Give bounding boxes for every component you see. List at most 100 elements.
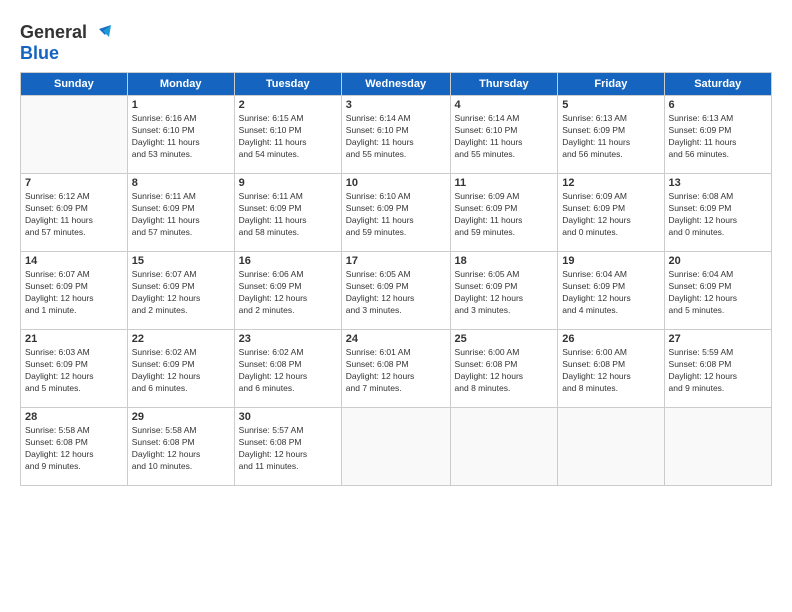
day-info: Sunrise: 6:05 AMSunset: 6:09 PMDaylight:… bbox=[455, 269, 554, 317]
day-info: Sunrise: 6:12 AMSunset: 6:09 PMDaylight:… bbox=[25, 191, 123, 239]
calendar-cell: 27 Sunrise: 5:59 AMSunset: 6:08 PMDayligh… bbox=[664, 330, 771, 408]
day-number: 9 bbox=[239, 177, 337, 189]
day-number: 18 bbox=[455, 255, 554, 267]
day-info: Sunrise: 6:01 AMSunset: 6:08 PMDaylight:… bbox=[346, 347, 446, 395]
calendar-cell: 22 Sunrise: 6:02 AMSunset: 6:09 PMDayligh… bbox=[127, 330, 234, 408]
day-info: Sunrise: 5:59 AMSunset: 6:08 PMDaylight:… bbox=[669, 347, 767, 395]
calendar-cell: 26 Sunrise: 6:00 AMSunset: 6:08 PMDayligh… bbox=[558, 330, 664, 408]
day-number: 25 bbox=[455, 333, 554, 345]
day-info: Sunrise: 6:02 AMSunset: 6:09 PMDaylight:… bbox=[132, 347, 230, 395]
day-info: Sunrise: 6:15 AMSunset: 6:10 PMDaylight:… bbox=[239, 113, 337, 161]
logo-text-general: General bbox=[20, 22, 87, 43]
day-number: 2 bbox=[239, 99, 337, 111]
calendar-cell: 28 Sunrise: 5:58 AMSunset: 6:08 PMDayligh… bbox=[21, 408, 128, 486]
dow-header-sunday: Sunday bbox=[21, 73, 128, 96]
calendar-cell: 25 Sunrise: 6:00 AMSunset: 6:08 PMDayligh… bbox=[450, 330, 558, 408]
day-number: 10 bbox=[346, 177, 446, 189]
day-info: Sunrise: 6:05 AMSunset: 6:09 PMDaylight:… bbox=[346, 269, 446, 317]
day-info: Sunrise: 6:14 AMSunset: 6:10 PMDaylight:… bbox=[455, 113, 554, 161]
day-info: Sunrise: 6:04 AMSunset: 6:09 PMDaylight:… bbox=[562, 269, 659, 317]
day-number: 19 bbox=[562, 255, 659, 267]
day-number: 15 bbox=[132, 255, 230, 267]
calendar-cell: 10 Sunrise: 6:10 AMSunset: 6:09 PMDayligh… bbox=[341, 174, 450, 252]
calendar-cell: 21Sunrise: 6:03 AMSunset: 6:09 PMDayligh… bbox=[21, 330, 128, 408]
day-number: 29 bbox=[132, 411, 230, 423]
day-number: 20 bbox=[669, 255, 767, 267]
day-info: Sunrise: 6:07 AMSunset: 6:09 PMDaylight:… bbox=[132, 269, 230, 317]
day-info: Sunrise: 6:13 AMSunset: 6:09 PMDaylight:… bbox=[669, 113, 767, 161]
day-number: 7 bbox=[25, 177, 123, 189]
day-number: 16 bbox=[239, 255, 337, 267]
calendar-cell: 8 Sunrise: 6:11 AMSunset: 6:09 PMDaylight… bbox=[127, 174, 234, 252]
logo: General Blue bbox=[20, 22, 111, 64]
logo-text-blue: Blue bbox=[20, 43, 59, 64]
logo-bird-icon bbox=[89, 25, 111, 41]
day-number: 6 bbox=[669, 99, 767, 111]
calendar-cell: 29 Sunrise: 5:58 AMSunset: 6:08 PMDayligh… bbox=[127, 408, 234, 486]
calendar-cell: 16Sunrise: 6:06 AMSunset: 6:09 PMDayligh… bbox=[234, 252, 341, 330]
dow-header-tuesday: Tuesday bbox=[234, 73, 341, 96]
day-info: Sunrise: 6:00 AMSunset: 6:08 PMDaylight:… bbox=[562, 347, 659, 395]
day-number: 3 bbox=[346, 99, 446, 111]
calendar-cell: 24 Sunrise: 6:01 AMSunset: 6:08 PMDayligh… bbox=[341, 330, 450, 408]
day-number: 14 bbox=[25, 255, 123, 267]
calendar-cell: 15 Sunrise: 6:07 AMSunset: 6:09 PMDayligh… bbox=[127, 252, 234, 330]
day-number: 13 bbox=[669, 177, 767, 189]
day-info: Sunrise: 6:13 AMSunset: 6:09 PMDaylight:… bbox=[562, 113, 659, 161]
day-info: Sunrise: 6:10 AMSunset: 6:09 PMDaylight:… bbox=[346, 191, 446, 239]
calendar-cell: 11 Sunrise: 6:09 AMSunset: 6:09 PMDayligh… bbox=[450, 174, 558, 252]
dow-header-wednesday: Wednesday bbox=[341, 73, 450, 96]
calendar-cell: 30Sunrise: 5:57 AMSunset: 6:08 PMDayligh… bbox=[234, 408, 341, 486]
day-number: 24 bbox=[346, 333, 446, 345]
calendar-cell: 12 Sunrise: 6:09 AMSunset: 6:09 PMDayligh… bbox=[558, 174, 664, 252]
dow-header-saturday: Saturday bbox=[664, 73, 771, 96]
day-info: Sunrise: 6:09 AMSunset: 6:09 PMDaylight:… bbox=[455, 191, 554, 239]
day-info: Sunrise: 6:04 AMSunset: 6:09 PMDaylight:… bbox=[669, 269, 767, 317]
calendar-cell: 1 Sunrise: 6:16 AMSunset: 6:10 PMDaylight… bbox=[127, 96, 234, 174]
day-number: 21 bbox=[25, 333, 123, 345]
day-info: Sunrise: 6:07 AMSunset: 6:09 PMDaylight:… bbox=[25, 269, 123, 317]
day-number: 11 bbox=[455, 177, 554, 189]
calendar-cell bbox=[450, 408, 558, 486]
calendar-cell bbox=[558, 408, 664, 486]
calendar-cell: 2 Sunrise: 6:15 AMSunset: 6:10 PMDaylight… bbox=[234, 96, 341, 174]
day-info: Sunrise: 6:11 AMSunset: 6:09 PMDaylight:… bbox=[132, 191, 230, 239]
calendar-cell: 4Sunrise: 6:14 AMSunset: 6:10 PMDaylight… bbox=[450, 96, 558, 174]
calendar-cell: 17 Sunrise: 6:05 AMSunset: 6:09 PMDayligh… bbox=[341, 252, 450, 330]
day-info: Sunrise: 6:00 AMSunset: 6:08 PMDaylight:… bbox=[455, 347, 554, 395]
calendar-cell bbox=[341, 408, 450, 486]
calendar-cell: 19 Sunrise: 6:04 AMSunset: 6:09 PMDayligh… bbox=[558, 252, 664, 330]
day-info: Sunrise: 6:09 AMSunset: 6:09 PMDaylight:… bbox=[562, 191, 659, 239]
dow-header-friday: Friday bbox=[558, 73, 664, 96]
calendar-cell bbox=[21, 96, 128, 174]
day-info: Sunrise: 5:58 AMSunset: 6:08 PMDaylight:… bbox=[132, 425, 230, 473]
calendar-cell: 7 Sunrise: 6:12 AMSunset: 6:09 PMDaylight… bbox=[21, 174, 128, 252]
day-number: 28 bbox=[25, 411, 123, 423]
calendar-cell: 18 Sunrise: 6:05 AMSunset: 6:09 PMDayligh… bbox=[450, 252, 558, 330]
calendar-cell bbox=[664, 408, 771, 486]
day-info: Sunrise: 5:58 AMSunset: 6:08 PMDaylight:… bbox=[25, 425, 123, 473]
day-number: 17 bbox=[346, 255, 446, 267]
dow-header-thursday: Thursday bbox=[450, 73, 558, 96]
calendar-cell: 5 Sunrise: 6:13 AMSunset: 6:09 PMDaylight… bbox=[558, 96, 664, 174]
calendar-cell: 9Sunrise: 6:11 AMSunset: 6:09 PMDaylight… bbox=[234, 174, 341, 252]
dow-header-monday: Monday bbox=[127, 73, 234, 96]
day-number: 12 bbox=[562, 177, 659, 189]
day-info: Sunrise: 5:57 AMSunset: 6:08 PMDaylight:… bbox=[239, 425, 337, 473]
day-number: 27 bbox=[669, 333, 767, 345]
day-info: Sunrise: 6:16 AMSunset: 6:10 PMDaylight:… bbox=[132, 113, 230, 161]
day-number: 26 bbox=[562, 333, 659, 345]
calendar-cell: 14 Sunrise: 6:07 AMSunset: 6:09 PMDayligh… bbox=[21, 252, 128, 330]
calendar-cell: 13 Sunrise: 6:08 AMSunset: 6:09 PMDayligh… bbox=[664, 174, 771, 252]
calendar-cell: 3Sunrise: 6:14 AMSunset: 6:10 PMDaylight… bbox=[341, 96, 450, 174]
calendar-cell: 23Sunrise: 6:02 AMSunset: 6:08 PMDayligh… bbox=[234, 330, 341, 408]
day-info: Sunrise: 6:02 AMSunset: 6:08 PMDaylight:… bbox=[239, 347, 337, 395]
day-info: Sunrise: 6:08 AMSunset: 6:09 PMDaylight:… bbox=[669, 191, 767, 239]
calendar-table: SundayMondayTuesdayWednesdayThursdayFrid… bbox=[20, 72, 772, 486]
calendar-cell: 6 Sunrise: 6:13 AMSunset: 6:09 PMDaylight… bbox=[664, 96, 771, 174]
day-number: 22 bbox=[132, 333, 230, 345]
day-number: 5 bbox=[562, 99, 659, 111]
calendar-cell: 20 Sunrise: 6:04 AMSunset: 6:09 PMDayligh… bbox=[664, 252, 771, 330]
day-number: 8 bbox=[132, 177, 230, 189]
day-number: 1 bbox=[132, 99, 230, 111]
